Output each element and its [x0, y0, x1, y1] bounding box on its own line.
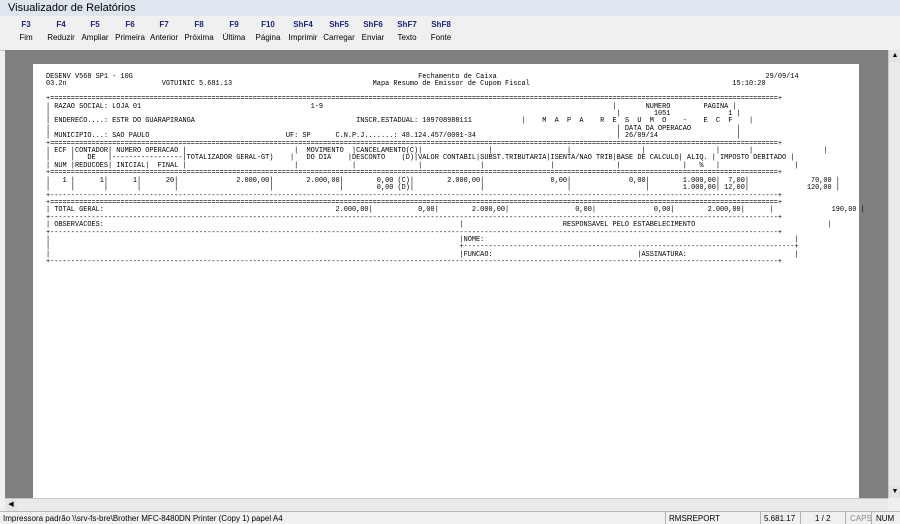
- reduce-button[interactable]: F4 Reduzir: [47, 20, 75, 42]
- status-bar: Impressora padrão \\srv-fs-bre\Brother M…: [0, 511, 900, 524]
- status-divider: [665, 512, 666, 524]
- toolbar: F3 Fim F4 Reduzir F5 Ampliar F6 Primeira…: [0, 16, 900, 51]
- vertical-scrollbar[interactable]: ▲ ▼: [888, 50, 900, 498]
- load-button[interactable]: ShF5 Carregar: [322, 20, 356, 42]
- go-to-page-button[interactable]: F10 Página: [254, 20, 282, 42]
- zoom-in-label: Ampliar: [81, 33, 109, 42]
- scroll-down-icon[interactable]: ▼: [889, 486, 900, 498]
- send-label: Enviar: [361, 33, 385, 42]
- text-key: ShF7: [397, 20, 417, 29]
- status-divider: [871, 512, 872, 524]
- page-indicator: 1 / 2: [815, 514, 831, 523]
- send-button[interactable]: ShF6 Enviar: [359, 20, 387, 42]
- version-label: 5.681.17: [764, 514, 796, 523]
- next-page-button[interactable]: F8 Próxima: [183, 20, 215, 42]
- text-label: Texto: [397, 33, 417, 42]
- previous-page-button[interactable]: F7 Anterior: [148, 20, 180, 42]
- last-page-label: Última: [222, 33, 246, 42]
- text-button[interactable]: ShF7 Texto: [393, 20, 421, 42]
- first-page-key: F6: [125, 20, 135, 29]
- print-key: ShF4: [293, 20, 313, 29]
- scroll-left-icon[interactable]: ◀: [5, 499, 17, 511]
- first-page-label: Primeira: [115, 33, 145, 42]
- go-to-page-label: Página: [255, 33, 281, 42]
- send-key: ShF6: [363, 20, 383, 29]
- go-to-page-key: F10: [261, 20, 275, 29]
- scroll-up-icon[interactable]: ▲: [889, 50, 900, 62]
- zoom-in-button[interactable]: F5 Ampliar: [80, 20, 110, 42]
- load-label: Carregar: [323, 33, 355, 42]
- report-name: RMSREPORT: [669, 514, 720, 523]
- previous-page-key: F7: [159, 20, 169, 29]
- report-page: DESENV V568 SP1 - 10G Fechamento de Caix…: [33, 64, 865, 498]
- window-title: Visualizador de Relatórios: [8, 2, 136, 14]
- font-button[interactable]: ShF8 Fonte: [427, 20, 455, 42]
- report-viewer[interactable]: DESENV V568 SP1 - 10G Fechamento de Caix…: [5, 50, 888, 498]
- num-indicator: NUM: [876, 514, 895, 523]
- font-label: Fonte: [430, 33, 452, 42]
- last-page-key: F9: [229, 20, 239, 29]
- horizontal-scrollbar[interactable]: ◀: [5, 498, 888, 511]
- status-divider: [760, 512, 761, 524]
- next-page-label: Próxima: [184, 33, 214, 42]
- end-label: Fim: [19, 33, 33, 42]
- status-divider: [800, 512, 801, 524]
- report-line: 03.2n VGTUINIC 5.681.13 Mapa Resumo de E…: [46, 80, 766, 89]
- title-bar: Visualizador de Relatórios: [0, 0, 900, 16]
- end-key: F3: [21, 20, 31, 29]
- caps-indicator: CAPS: [850, 514, 872, 523]
- print-button[interactable]: ShF4 Imprimir: [286, 20, 320, 42]
- zoom-in-key: F5: [90, 20, 100, 29]
- print-label: Imprimir: [288, 33, 318, 42]
- load-key: ShF5: [329, 20, 349, 29]
- font-key: ShF8: [431, 20, 451, 29]
- last-page-button[interactable]: F9 Última: [220, 20, 248, 42]
- report-text: DESENV V568 SP1 - 10G Fechamento de Caix…: [46, 73, 865, 267]
- status-divider: [845, 512, 846, 524]
- report-line: +---------------------------------------…: [46, 258, 783, 267]
- reduce-key: F4: [56, 20, 66, 29]
- reduce-label: Reduzir: [47, 33, 75, 42]
- end-button[interactable]: F3 Fim: [18, 20, 34, 42]
- previous-page-label: Anterior: [149, 33, 178, 42]
- first-page-button[interactable]: F6 Primeira: [114, 20, 146, 42]
- next-page-key: F8: [194, 20, 204, 29]
- printer-status: Impressora padrão \\srv-fs-bre\Brother M…: [3, 514, 283, 523]
